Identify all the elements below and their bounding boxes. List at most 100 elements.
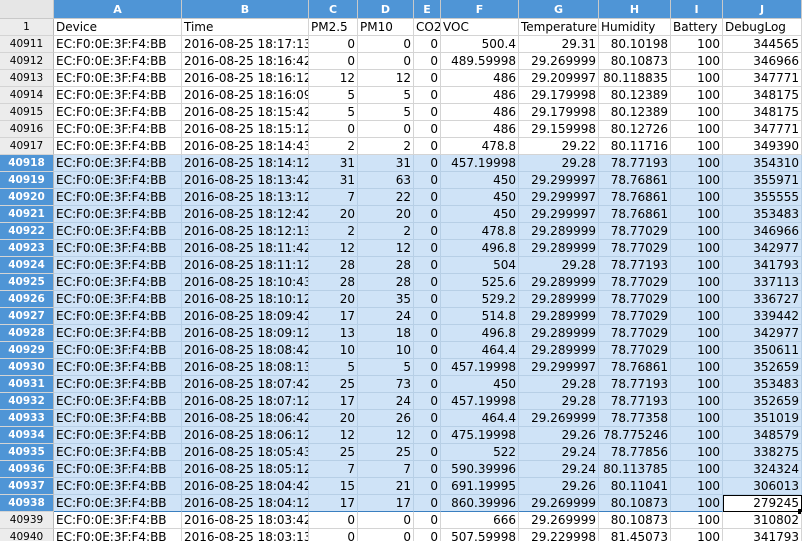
table-cell[interactable]: 525.6 <box>441 274 519 291</box>
table-cell[interactable]: EC:F0:0E:3F:F4:BB <box>54 529 182 541</box>
row-header[interactable]: 40934 <box>0 427 54 444</box>
table-cell[interactable]: 0 <box>414 359 441 376</box>
table-cell[interactable]: EC:F0:0E:3F:F4:BB <box>54 461 182 478</box>
table-cell[interactable]: 78.76861 <box>599 206 671 223</box>
table-cell[interactable]: 0 <box>414 308 441 325</box>
header-cell[interactable]: PM2.5 <box>309 19 358 36</box>
table-cell[interactable]: 2016-08-25 18:14:12 <box>182 155 309 172</box>
table-cell[interactable]: 15 <box>309 478 358 495</box>
row-header[interactable]: 40921 <box>0 206 54 223</box>
table-cell[interactable]: 12 <box>309 427 358 444</box>
table-cell[interactable]: 100 <box>671 274 723 291</box>
table-cell[interactable]: 78.76861 <box>599 189 671 206</box>
table-cell[interactable]: 0 <box>309 512 358 529</box>
table-cell[interactable]: 100 <box>671 461 723 478</box>
table-cell[interactable]: 20 <box>358 206 414 223</box>
table-cell[interactable]: 2016-08-25 18:08:13 <box>182 359 309 376</box>
table-cell[interactable]: 346966 <box>723 223 802 240</box>
table-cell[interactable]: 0 <box>414 393 441 410</box>
table-cell[interactable]: 2016-08-25 18:06:42 <box>182 410 309 427</box>
table-cell[interactable]: 0 <box>414 240 441 257</box>
row-header[interactable]: 40939 <box>0 512 54 529</box>
row-header[interactable]: 40928 <box>0 325 54 342</box>
table-cell[interactable]: 29.289999 <box>519 240 599 257</box>
table-cell[interactable]: 24 <box>358 393 414 410</box>
table-cell[interactable]: 2016-08-25 18:08:42 <box>182 342 309 359</box>
table-cell[interactable]: 28 <box>358 257 414 274</box>
table-cell[interactable]: 0 <box>414 189 441 206</box>
table-cell[interactable]: 22 <box>358 189 414 206</box>
table-cell[interactable]: 0 <box>414 478 441 495</box>
table-cell[interactable]: 344565 <box>723 36 802 53</box>
table-cell[interactable]: 31 <box>309 172 358 189</box>
row-header[interactable]: 40912 <box>0 53 54 70</box>
table-cell[interactable]: 29.26 <box>519 427 599 444</box>
table-cell[interactable]: 80.11716 <box>599 138 671 155</box>
table-cell[interactable]: 450 <box>441 206 519 223</box>
table-cell[interactable]: 12 <box>309 240 358 257</box>
table-cell[interactable]: 78.77029 <box>599 308 671 325</box>
table-cell[interactable]: 337113 <box>723 274 802 291</box>
column-header-f[interactable]: F <box>441 0 519 19</box>
table-cell[interactable]: 80.10873 <box>599 495 671 512</box>
row-header[interactable]: 40920 <box>0 189 54 206</box>
table-cell[interactable]: 17 <box>309 308 358 325</box>
table-cell[interactable]: 2016-08-25 18:07:42 <box>182 376 309 393</box>
column-header-d[interactable]: D <box>358 0 414 19</box>
table-cell[interactable]: 100 <box>671 325 723 342</box>
table-cell[interactable]: 80.12726 <box>599 121 671 138</box>
table-cell[interactable]: 26 <box>358 410 414 427</box>
table-cell[interactable]: 100 <box>671 291 723 308</box>
table-cell[interactable]: 355555 <box>723 189 802 206</box>
table-cell[interactable]: 78.77029 <box>599 291 671 308</box>
column-header-a[interactable]: A <box>54 0 182 19</box>
table-cell[interactable]: 81.45073 <box>599 529 671 541</box>
column-header-c[interactable]: C <box>309 0 358 19</box>
row-header[interactable]: 40924 <box>0 257 54 274</box>
table-cell[interactable]: 17 <box>309 393 358 410</box>
table-cell[interactable]: 2 <box>309 223 358 240</box>
table-cell[interactable]: 342977 <box>723 325 802 342</box>
table-cell[interactable]: 5 <box>358 359 414 376</box>
row-header[interactable]: 40927 <box>0 308 54 325</box>
row-header[interactable]: 40926 <box>0 291 54 308</box>
table-cell[interactable]: 457.19998 <box>441 155 519 172</box>
table-cell[interactable]: EC:F0:0E:3F:F4:BB <box>54 410 182 427</box>
row-header[interactable]: 40933 <box>0 410 54 427</box>
table-cell[interactable]: 450 <box>441 189 519 206</box>
table-cell[interactable]: 80.11041 <box>599 478 671 495</box>
table-cell[interactable]: 350611 <box>723 342 802 359</box>
table-cell[interactable]: 0 <box>309 36 358 53</box>
table-cell[interactable]: 100 <box>671 172 723 189</box>
table-cell[interactable]: 2016-08-25 18:16:12 <box>182 70 309 87</box>
table-cell[interactable]: 78.775246 <box>599 427 671 444</box>
table-cell[interactable]: 351019 <box>723 410 802 427</box>
column-header-e[interactable]: E <box>414 0 441 19</box>
table-cell[interactable]: 20 <box>309 206 358 223</box>
table-cell[interactable]: 100 <box>671 529 723 541</box>
table-cell[interactable]: 0 <box>414 461 441 478</box>
table-cell[interactable]: 100 <box>671 512 723 529</box>
table-cell[interactable]: 80.113785 <box>599 461 671 478</box>
table-cell[interactable]: 5 <box>309 104 358 121</box>
table-cell[interactable]: EC:F0:0E:3F:F4:BB <box>54 257 182 274</box>
table-cell[interactable]: 7 <box>358 461 414 478</box>
table-cell[interactable]: EC:F0:0E:3F:F4:BB <box>54 172 182 189</box>
table-cell[interactable]: EC:F0:0E:3F:F4:BB <box>54 53 182 70</box>
table-cell[interactable]: 0 <box>358 36 414 53</box>
table-cell[interactable]: 29.289999 <box>519 223 599 240</box>
table-cell[interactable]: 347771 <box>723 121 802 138</box>
table-cell[interactable]: 0 <box>358 529 414 541</box>
row-header[interactable]: 40923 <box>0 240 54 257</box>
row-header[interactable]: 40930 <box>0 359 54 376</box>
table-cell[interactable]: 0 <box>414 155 441 172</box>
table-cell[interactable]: 2016-08-25 18:04:42 <box>182 478 309 495</box>
table-cell[interactable]: 78.77029 <box>599 223 671 240</box>
table-cell[interactable]: 80.10198 <box>599 36 671 53</box>
row-header[interactable]: 40938 <box>0 495 54 512</box>
table-cell[interactable]: 2016-08-25 18:06:12 <box>182 427 309 444</box>
table-cell[interactable]: 348175 <box>723 104 802 121</box>
row-header[interactable]: 40922 <box>0 223 54 240</box>
table-cell[interactable]: 354310 <box>723 155 802 172</box>
table-cell[interactable]: 29.22 <box>519 138 599 155</box>
